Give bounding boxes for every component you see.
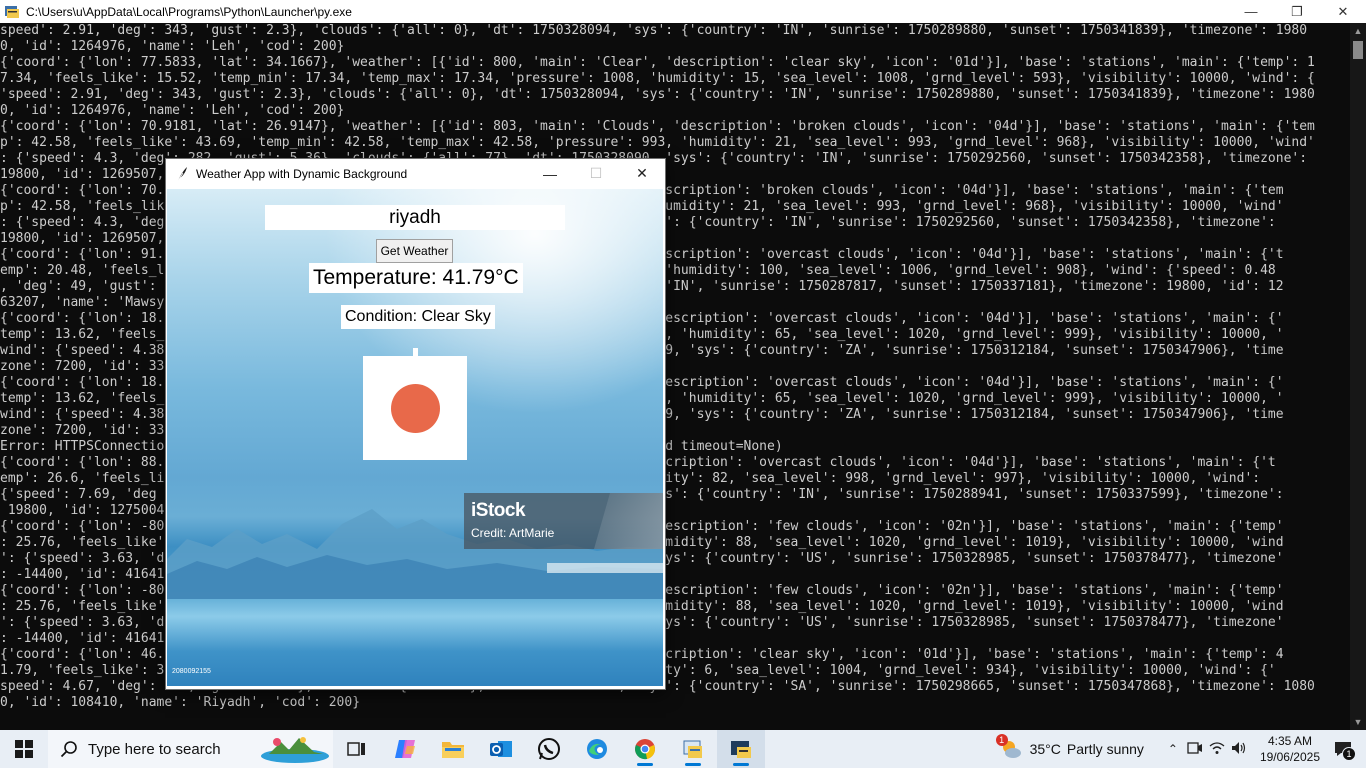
volume-icon[interactable] <box>1228 741 1250 758</box>
python-idle-icon[interactable] <box>669 730 717 768</box>
weather-minimize-button[interactable]: — <box>527 159 573 188</box>
file-explorer-icon[interactable] <box>429 730 477 768</box>
weather-temp: 35°C <box>1029 741 1061 757</box>
console-line: p': 42.58, 'feels_like': 43.69, 'temp_mi… <box>0 135 1315 150</box>
weather-app-title: Weather App with Dynamic Background <box>196 166 408 181</box>
clock-time: 4:35 AM <box>1267 734 1312 748</box>
windows-logo-icon <box>15 740 33 758</box>
tk-feather-icon <box>174 166 190 182</box>
clear-sky-sun-icon <box>391 384 440 433</box>
scroll-up-arrow-icon[interactable]: ▲ <box>1350 23 1366 39</box>
console-line: 'speed': 2.91, 'deg': 343, 'gust': 2.3},… <box>0 87 1315 102</box>
taskbar: Type here to search 1 35°C Partly sunny … <box>0 730 1366 768</box>
minimize-button[interactable]: — <box>1228 0 1274 23</box>
show-hidden-icons-chevron-icon[interactable]: ⌃ <box>1162 742 1184 756</box>
taskbar-clock[interactable]: 4:35 AM 19/06/2025 <box>1260 733 1320 765</box>
city-input[interactable] <box>265 205 565 230</box>
search-icon <box>60 741 77 758</box>
weather-desc: Partly sunny <box>1066 741 1144 757</box>
scroll-thumb[interactable] <box>1353 41 1363 59</box>
notification-count: 1 <box>1342 747 1356 761</box>
weather-icon-box <box>363 356 467 460</box>
console-line: 7.34, 'feels_like': 15.52, 'temp_min': 1… <box>0 71 1315 86</box>
chrome-icon[interactable] <box>621 730 669 768</box>
weather-app-window[interactable]: Weather App with Dynamic Background — ☐ … <box>165 158 666 690</box>
maximize-button[interactable]: ❐ <box>1274 0 1320 23</box>
taskbar-search[interactable]: Type here to search <box>48 730 333 768</box>
console-title: C:\Users\u\AppData\Local\Programs\Python… <box>26 4 352 19</box>
console-line: speed': 2.91, 'deg': 343, 'gust': 2.3}, … <box>0 23 1308 38</box>
weather-maximize-button: ☐ <box>589 165 603 181</box>
search-placeholder: Type here to search <box>88 740 221 758</box>
weather-close-button[interactable]: ✕ <box>619 159 665 188</box>
background-image: Get Weather Temperature: 41.79°C Conditi… <box>167 189 663 686</box>
python-launcher-icon[interactable] <box>717 730 765 768</box>
close-button[interactable]: ✕ <box>1320 0 1366 23</box>
temperature-label: Temperature: 41.79°C <box>309 263 523 293</box>
icon-frame-tab <box>413 348 418 356</box>
weather-app-titlebar[interactable]: Weather App with Dynamic Background — ☐ … <box>166 159 665 188</box>
console-line: 0, 'id': 108410, 'name': 'Riyadh', 'cod'… <box>0 695 361 710</box>
weather-badge: 1 <box>995 734 1008 746</box>
console-scrollbar[interactable]: ▲ ▼ <box>1350 23 1366 730</box>
task-view-icon[interactable] <box>333 730 381 768</box>
console-titlebar[interactable]: C:\Users\u\AppData\Local\Programs\Python… <box>0 0 1366 23</box>
console-line: {'coord': {'lon': 77.5833, 'lat': 34.166… <box>0 55 1315 70</box>
search-highlight-icon <box>261 737 329 763</box>
istock-logo: iStock <box>471 500 526 521</box>
get-weather-button[interactable]: Get Weather <box>376 239 453 263</box>
start-button[interactable] <box>0 730 48 768</box>
outlook-icon[interactable] <box>477 730 525 768</box>
python-launcher-icon <box>4 4 20 20</box>
console-line: {'coord': {'lon': 70.9181, 'lat': 26.914… <box>0 119 1315 134</box>
istock-credit: Credit: ArtMarie <box>471 526 555 540</box>
scroll-down-arrow-icon[interactable]: ▼ <box>1350 714 1366 730</box>
console-line: 0, 'id': 1264976, 'name': 'Leh', 'cod': … <box>0 103 345 118</box>
photo-id: 2080092155 <box>172 668 211 675</box>
condition-label: Condition: Clear Sky <box>341 305 495 329</box>
meet-now-icon[interactable] <box>1184 741 1206 758</box>
clock-date: 19/06/2025 <box>1259 750 1320 764</box>
console-line: 0, 'id': 1264976, 'name': 'Leh', 'cod': … <box>0 39 345 54</box>
copilot-icon[interactable] <box>381 730 429 768</box>
istock-watermark: iStock Credit: ArtMarie <box>464 493 663 549</box>
wifi-icon[interactable] <box>1206 741 1228 758</box>
partly-sunny-icon: 1 <box>995 734 1022 760</box>
edge-icon[interactable] <box>573 730 621 768</box>
notification-center-icon[interactable]: 1 <box>1330 736 1356 762</box>
system-tray: 1 35°C Partly sunny ⌃ 4:35 AM 19/06/2025… <box>995 730 1366 768</box>
whatsapp-icon[interactable] <box>525 730 573 768</box>
weather-widget[interactable]: 1 35°C Partly sunny <box>995 734 1144 760</box>
